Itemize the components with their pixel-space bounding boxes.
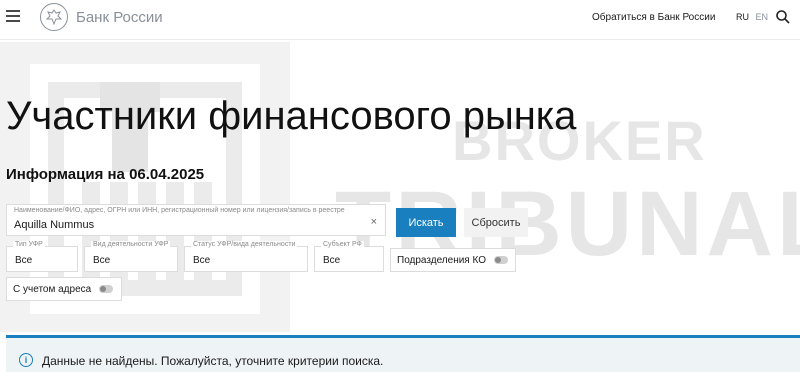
filter-activity-select[interactable]: Вид деятельности УФР Все — [84, 241, 178, 272]
filter-status-label: Статус УФР/вида деятельности — [191, 241, 298, 248]
filter-type-value: Все — [15, 255, 33, 266]
reset-button[interactable]: Сбросить — [464, 208, 528, 237]
filter-region-label: Субъект РФ — [321, 241, 364, 248]
no-results-notice: i Данные не найдены. Пожалуйста, уточнит… — [6, 335, 800, 372]
filter-status-value: Все — [193, 255, 211, 266]
eagle-emblem-icon — [40, 3, 68, 31]
language-switch: RU EN — [736, 12, 768, 22]
filter-activity-value: Все — [93, 255, 111, 266]
menu-icon[interactable] — [6, 10, 20, 22]
filter-activity-label: Вид деятельности УФР — [91, 241, 171, 248]
address-switch[interactable] — [99, 285, 114, 293]
filter-region-value: Все — [323, 255, 341, 266]
contact-bank-link[interactable]: Обратиться в Банк России — [592, 12, 715, 23]
search-icon[interactable] — [775, 9, 791, 25]
branches-toggle-label: Подразделения КО — [397, 254, 486, 266]
branches-toggle[interactable]: Подразделения КО — [390, 248, 516, 272]
clear-icon[interactable]: × — [371, 216, 377, 228]
address-toggle[interactable]: С учетом адреса — [6, 277, 122, 301]
search-input-value[interactable]: Aquilla Nummus — [14, 219, 94, 231]
search-input-label: Наименование/ФИО, адрес, ОГРН или ИНН, р… — [14, 207, 345, 214]
site-logo[interactable]: Банк России — [40, 3, 163, 31]
address-toggle-label: С учетом адреса — [13, 283, 92, 295]
info-date: Информация на 06.04.2025 — [6, 166, 205, 183]
site-header: Банк России Обратиться в Банк России RU … — [0, 0, 800, 40]
lang-en[interactable]: EN — [756, 12, 769, 22]
filter-type-select[interactable]: Тип УФР Все — [6, 241, 78, 272]
filter-region-select[interactable]: Субъект РФ Все — [314, 241, 384, 272]
filter-type-label: Тип УФР — [13, 241, 45, 248]
page: BROKER TRIBUNAL Банк России Обратиться в… — [0, 0, 800, 372]
no-results-message: Данные не найдены. Пожалуйста, уточните … — [42, 354, 384, 368]
branches-switch[interactable] — [494, 256, 508, 264]
search-input[interactable]: Наименование/ФИО, адрес, ОГРН или ИНН, р… — [6, 204, 386, 236]
lang-ru[interactable]: RU — [736, 12, 749, 22]
search-button[interactable]: Искать — [396, 208, 456, 237]
main-content: Участники финансового рынка Информация н… — [0, 0, 800, 372]
info-icon: i — [19, 353, 33, 367]
filter-status-select[interactable]: Статус УФР/вида деятельности Все — [184, 241, 308, 272]
site-name: Банк России — [76, 8, 163, 26]
page-title: Участники финансового рынка — [6, 94, 577, 138]
